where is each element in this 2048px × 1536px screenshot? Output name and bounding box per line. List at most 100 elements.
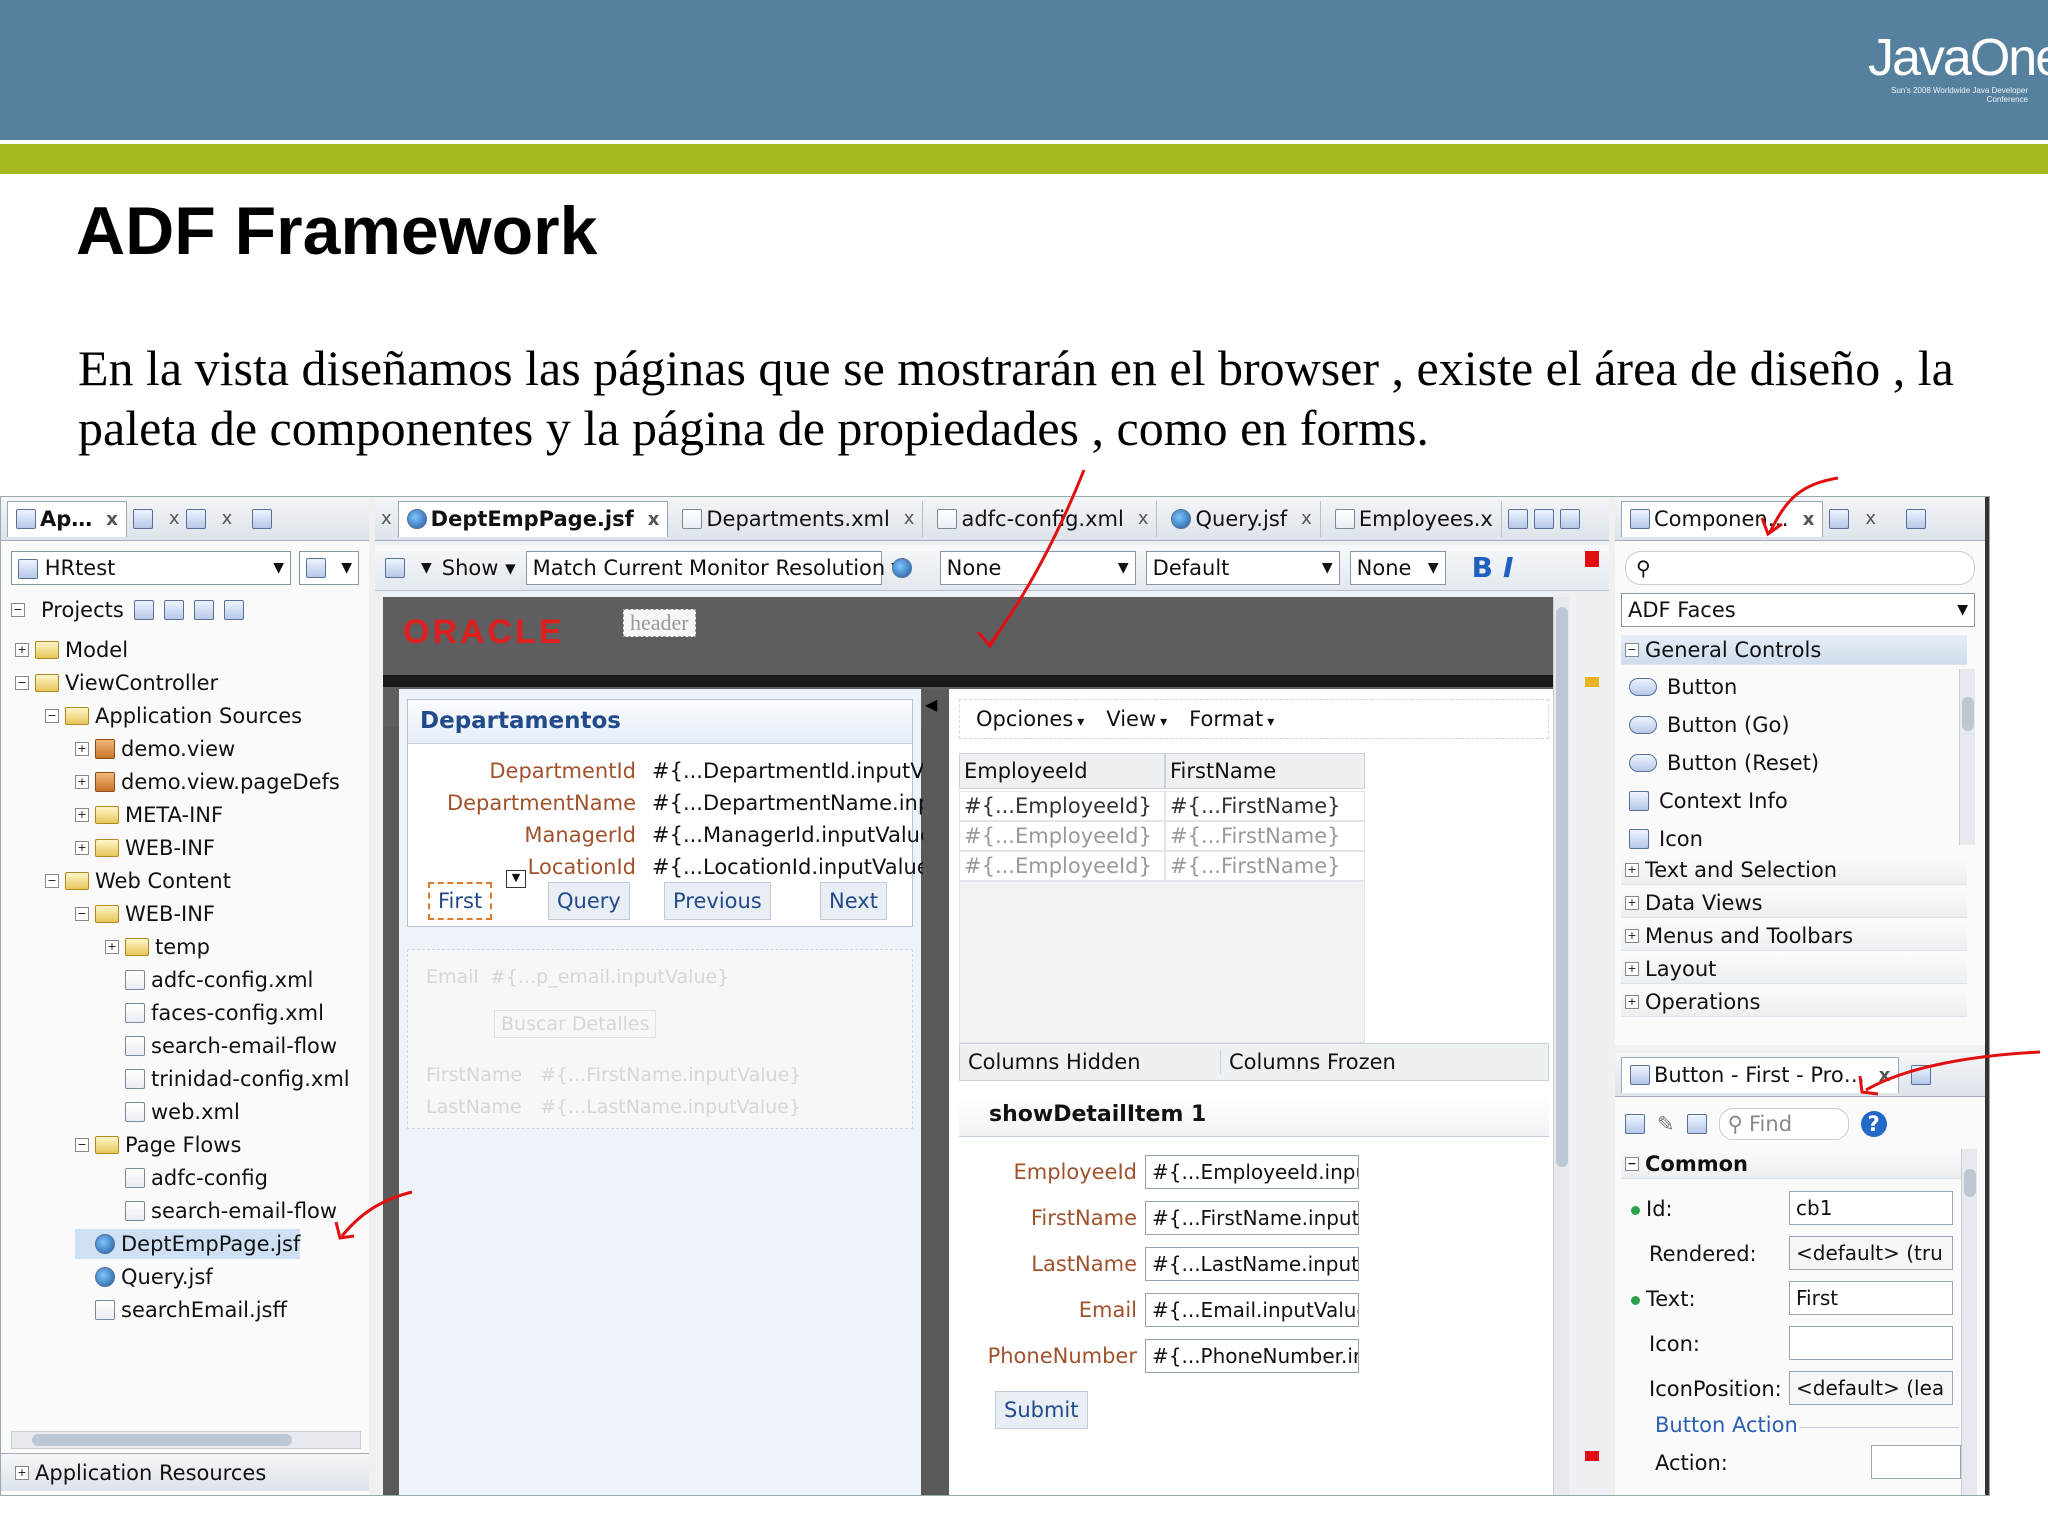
editor-tab[interactable]: DeptEmpPage.jsf x [397, 500, 669, 537]
structure-icon[interactable] [185, 508, 206, 529]
tree-node[interactable]: − ViewController [15, 668, 218, 698]
font-family-select[interactable]: Default ▼ [1145, 550, 1340, 585]
tree-node[interactable]: + temp [105, 932, 210, 962]
resource-palette-icon[interactable] [1829, 508, 1850, 529]
detail-field-input[interactable]: #{...Email.inputValue} [1145, 1293, 1359, 1327]
collapse-icon[interactable]: − [15, 676, 29, 690]
library-select[interactable]: ADF Faces ▼ [1621, 593, 1975, 627]
sync-icon[interactable] [163, 600, 184, 620]
table-menu-format[interactable]: Format ▾ [1189, 707, 1274, 731]
property-value[interactable] [1789, 1326, 1953, 1360]
table-menu-opciones[interactable]: Opciones ▾ [976, 707, 1084, 731]
field-value[interactable]: #{...ManagerId.inputValue} [652, 823, 946, 847]
tab-applications[interactable]: Ap… x [7, 500, 127, 537]
close-icon[interactable]: x [169, 508, 180, 529]
property-value[interactable]: <default> (tru [1789, 1236, 1953, 1270]
close-icon[interactable]: x [106, 509, 118, 530]
table-cell[interactable]: #{...FirstName} [1165, 791, 1365, 821]
nav-button-query[interactable]: Query [548, 882, 630, 920]
search-details-button[interactable]: Buscar Detalles [494, 1010, 657, 1038]
tree-node[interactable]: faces-config.xml [105, 998, 324, 1028]
preview-in-browser-icon[interactable] [891, 557, 912, 578]
error-marker[interactable] [1585, 551, 1599, 567]
detail-field-input[interactable]: #{...EmployeeId.inputV [1145, 1155, 1359, 1189]
tree-node[interactable]: Query.jsf [75, 1262, 213, 1292]
collapse-left-icon[interactable]: ◀ [925, 695, 937, 714]
editor-tab[interactable]: Departments.xml x [674, 500, 924, 537]
collapse-icon[interactable]: − [45, 874, 59, 888]
expand-icon[interactable]: + [75, 841, 89, 855]
collapse-icon[interactable]: − [75, 1138, 89, 1152]
table-cell[interactable]: #{...FirstName} [1165, 851, 1365, 881]
palette-category[interactable]: + Menus and Toolbars [1621, 921, 1967, 951]
expand-icon[interactable]: + [15, 643, 29, 657]
tab-component-palette[interactable]: Componen… x [1621, 500, 1824, 537]
resolution-select[interactable]: Match Current Monitor Resolution▼ [525, 550, 902, 585]
select-in-editor-icon[interactable] [1625, 1114, 1645, 1134]
collapse-icon[interactable]: − [11, 603, 25, 617]
section-common[interactable]: − Common [1621, 1149, 1967, 1179]
chevron-down-icon[interactable]: ▼ [421, 560, 432, 576]
close-icon[interactable]: x [1879, 1065, 1891, 1086]
scroll-thumb[interactable] [32, 1434, 292, 1446]
close-icon[interactable]: x [381, 508, 392, 529]
button-action-section[interactable]: Button Action [1655, 1413, 1798, 1437]
nav-button-previous[interactable]: Previous [664, 882, 771, 920]
palette-item[interactable]: Button (Reset) [1629, 745, 1819, 781]
property-value[interactable]: <default> (lea [1789, 1371, 1953, 1405]
scroll-right-icon[interactable] [1533, 508, 1554, 529]
collapse-icon[interactable]: − [75, 907, 89, 921]
column-header[interactable]: FirstName [1165, 753, 1365, 789]
design-surface[interactable]: ORACLE header Departamentos DepartmentId… [383, 597, 1569, 1495]
close-icon[interactable]: x [1803, 509, 1815, 530]
splitter[interactable]: ◀ [923, 689, 949, 1495]
detail-field-input[interactable]: #{...LastName.inputVa [1145, 1247, 1359, 1281]
editor-tab[interactable]: Query.jsf x [1163, 500, 1321, 537]
tab-list-icon[interactable] [1559, 508, 1580, 529]
palette-category[interactable]: + Data Views [1621, 888, 1967, 918]
scroll-left-icon[interactable] [1507, 508, 1528, 529]
tree-node[interactable]: + META-INF [75, 800, 223, 830]
show-detail-item-tab[interactable]: showDetailItem 1 [959, 1093, 1549, 1137]
expand-icon[interactable]: + [75, 742, 89, 756]
close-icon[interactable]: x [648, 509, 660, 530]
detail-field-input[interactable]: #{...PhoneNumber.inpu [1145, 1339, 1359, 1373]
minimize-icon[interactable] [252, 508, 273, 529]
help-icon[interactable]: ? [1860, 1111, 1887, 1137]
tree-node[interactable]: − Application Sources [45, 701, 302, 731]
scroll-thumb[interactable] [1964, 1169, 1976, 1197]
palette-category[interactable]: + Operations [1621, 987, 1967, 1017]
bind-icon[interactable] [1686, 1114, 1707, 1134]
palette-category[interactable]: + Text and Selection [1621, 855, 1967, 885]
table-cell[interactable]: #{...FirstName} [1165, 821, 1365, 851]
editor-tab[interactable]: Employees.x [1327, 500, 1502, 537]
close-icon[interactable]: x [1301, 508, 1312, 529]
tree-node[interactable]: + demo.view [75, 734, 235, 764]
find-input[interactable]: ⚲ Find [1718, 1108, 1849, 1140]
palette-item[interactable]: Icon [1629, 821, 1703, 857]
nav-button-next[interactable]: Next [820, 882, 887, 920]
refresh-icon[interactable] [385, 557, 405, 578]
project-select[interactable]: HRtest ▼ [11, 551, 291, 585]
field-value[interactable]: #{...LocationId.inputValue} [652, 855, 943, 879]
warning-marker[interactable] [1585, 677, 1599, 687]
tab-property-inspector[interactable]: Button - First - Pro… x [1621, 1056, 1900, 1093]
tree-node[interactable]: − Web Content [45, 866, 231, 896]
font-size-select[interactable]: None ▼ [1349, 550, 1446, 585]
detail-field-input[interactable]: #{...FirstName.inputVa [1145, 1201, 1359, 1235]
error-marker[interactable] [1585, 1451, 1599, 1461]
edit-icon[interactable]: ✎ [1657, 1112, 1675, 1136]
application-resources-section[interactable]: + Application Resources [1, 1453, 369, 1491]
tree-node[interactable]: searchEmail.jsff [75, 1295, 287, 1325]
collapse-icon[interactable]: − [45, 709, 59, 723]
scroll-thumb[interactable] [1556, 607, 1568, 1167]
minimize-icon[interactable] [1911, 1064, 1932, 1085]
palette-category[interactable]: + Layout [1621, 954, 1967, 984]
nav-button-first[interactable]: First [428, 882, 493, 920]
style-class-select[interactable]: None ▼ [939, 550, 1136, 585]
tree-node[interactable]: DeptEmpPage.jsf [75, 1229, 301, 1259]
table-cell[interactable]: #{...EmployeeId} [959, 851, 1165, 881]
table-menu-view[interactable]: View ▾ [1106, 707, 1167, 731]
tree-node[interactable]: + Model [15, 635, 128, 665]
bold-button[interactable]: B [1472, 551, 1493, 584]
